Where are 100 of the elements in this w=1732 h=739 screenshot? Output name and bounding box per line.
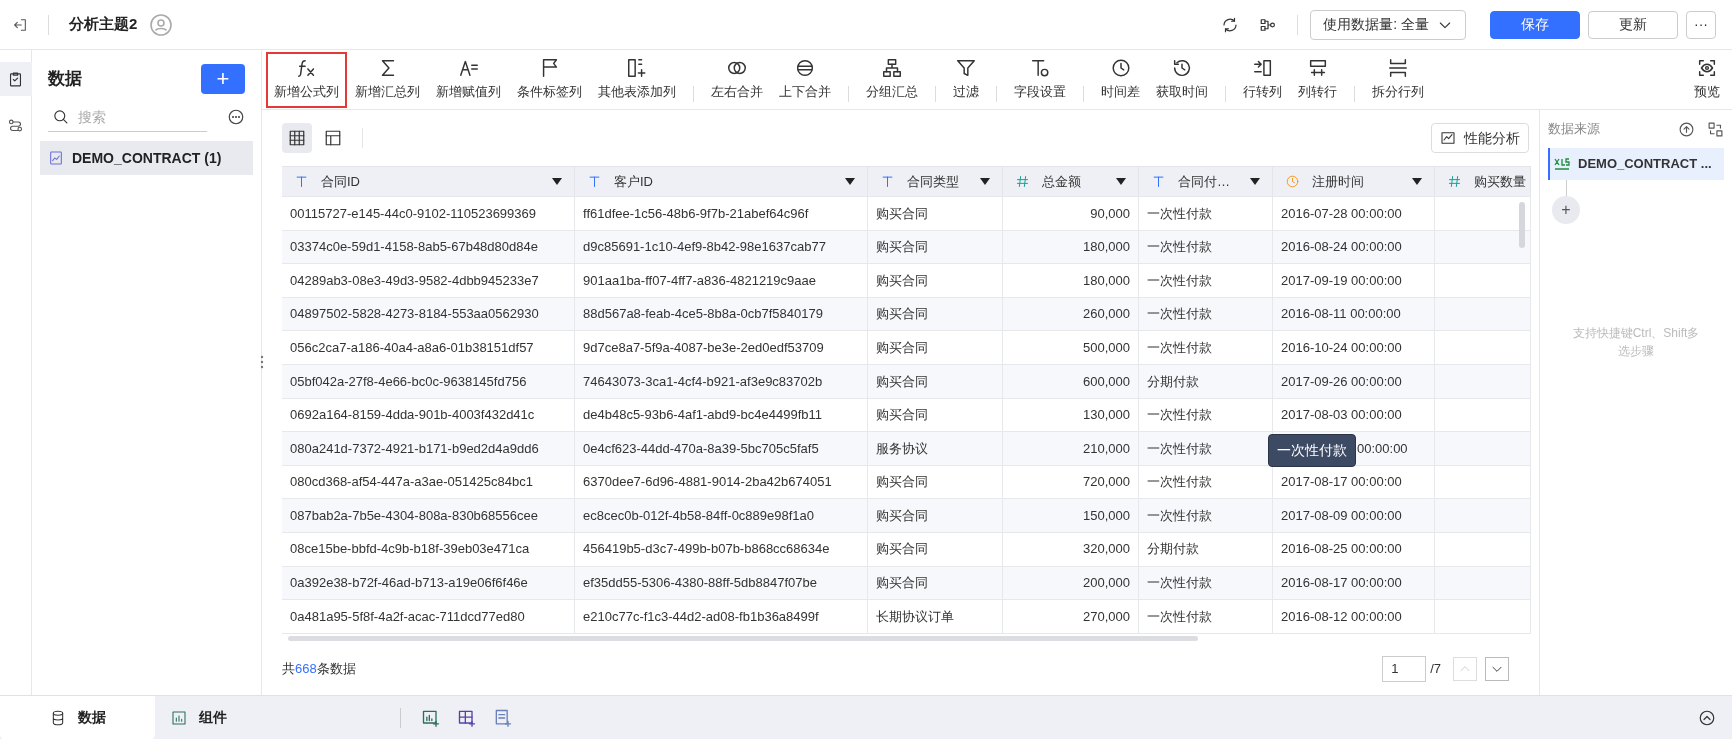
table-cell-text: 88d567a8-feab-4ce5-8b8a-0cb7f5840179 bbox=[583, 305, 823, 324]
toolbar-button[interactable]: 新增汇总列 bbox=[347, 51, 428, 108]
table-cell-text: e210c77c-f1c3-44d2-ad08-fb1b36a8499f bbox=[583, 607, 819, 626]
clipboard-tab[interactable] bbox=[0, 62, 32, 96]
table-cell-text: 购买合同 bbox=[876, 574, 928, 593]
toolbar-button[interactable]: 新增公式列 bbox=[266, 51, 347, 108]
table-cell-text: 购买合同 bbox=[876, 506, 928, 525]
table-cell-text: 长期协议订单 bbox=[876, 607, 954, 626]
table-cell-text: 260,000 bbox=[1083, 305, 1130, 324]
toolbar-button[interactable]: 拆分行列 bbox=[1364, 51, 1432, 108]
bottom-tab[interactable]: 组件 bbox=[155, 695, 310, 739]
text-type-icon bbox=[880, 174, 895, 189]
toolbar-button[interactable]: 获取时间 bbox=[1148, 51, 1216, 108]
bar-chart-icon bbox=[171, 709, 187, 726]
refresh-icon bbox=[1221, 15, 1240, 34]
caret-down-icon[interactable] bbox=[845, 178, 855, 185]
performance-button[interactable]: 性能分析 bbox=[1431, 123, 1529, 153]
table-cell-text: 0a392e38-b72f-46ad-b713-a19e06f6f46e bbox=[290, 574, 528, 593]
step-item[interactable]: DEMO_CONTRACT ... bbox=[1548, 148, 1724, 180]
table-cell-text: 600,000 bbox=[1083, 372, 1130, 391]
text-type-icon bbox=[1151, 174, 1166, 189]
caret-down-icon[interactable] bbox=[552, 178, 562, 185]
toolbar-button[interactable]: 上下合并 bbox=[771, 51, 839, 108]
table-cell-text: 一次性付款 bbox=[1147, 473, 1212, 492]
dataset-item[interactable]: DEMO_CONTRACT (1) bbox=[40, 141, 253, 175]
table-cell-text: 购买合同 bbox=[876, 540, 928, 559]
toolbar-button[interactable]: 条件标签列 bbox=[509, 51, 590, 108]
caret-down-icon[interactable] bbox=[980, 178, 990, 185]
table-cell-text: 05bf042a-27f8-4e66-bc0c-9638145fd756 bbox=[290, 372, 527, 391]
table-cell-text: 270,000 bbox=[1083, 607, 1130, 626]
table-cell-text: 一次性付款 bbox=[1147, 574, 1212, 593]
exit-icon bbox=[12, 16, 28, 33]
table-cell-text: 购买合同 bbox=[876, 473, 928, 492]
table-cell-text: 456419b5-d3c7-499b-b07b-b868cc68634e bbox=[583, 540, 830, 559]
caret-down-icon[interactable] bbox=[1116, 178, 1126, 185]
add-button[interactable]: + bbox=[201, 64, 245, 94]
toolbar-button[interactable]: 列转行 bbox=[1290, 51, 1345, 108]
table-cell-text: 购买合同 bbox=[876, 305, 928, 324]
more-icon bbox=[227, 108, 245, 126]
table-cell-text: 901aa1ba-ff07-4ff7-a836-4821219c9aae bbox=[583, 271, 816, 290]
table-cell-text: ef35dd55-5306-4380-88ff-5db8847f07be bbox=[583, 574, 817, 593]
table-cell-text: d9c85691-1c10-4ef9-8b42-98e1637cab77 bbox=[583, 238, 826, 257]
text-type-icon bbox=[587, 174, 602, 189]
text-gear-icon bbox=[1029, 57, 1051, 80]
table-cell-text: 一次性付款 bbox=[1147, 238, 1212, 257]
add-report-icon bbox=[493, 707, 513, 728]
toolbar-button[interactable]: 左右合并 bbox=[703, 51, 771, 108]
toolbar-button[interactable]: 过滤 bbox=[945, 51, 987, 108]
data-scope-dropdown[interactable]: 使用数据量: 全量 bbox=[1310, 9, 1466, 40]
table-cell-text: 0e4cf623-44dd-470a-8a39-5bc705c5faf5 bbox=[583, 439, 819, 458]
table-cell-text: 2016-08-24 00:00:00 bbox=[1281, 238, 1402, 257]
table-cell-text: 分期付款 bbox=[1147, 372, 1199, 391]
table-cell-text: 720,000 bbox=[1083, 473, 1130, 492]
table-cell-text: 2016-08-17 00:00:00 bbox=[1281, 574, 1402, 593]
dataset-label: DEMO_CONTRACT (1) bbox=[72, 148, 222, 168]
table-cell-text: 购买合同 bbox=[876, 238, 928, 257]
split-rows-icon bbox=[1387, 57, 1409, 80]
toolbar-button[interactable]: 分组汇总 bbox=[858, 51, 926, 108]
table-cell-text: 04897502-5828-4273-8184-553aa0562930 bbox=[290, 305, 539, 324]
table-cell-text: 服务协议 bbox=[876, 439, 928, 458]
save-button[interactable]: 保存 bbox=[1490, 10, 1580, 39]
vertical-scrollbar[interactable] bbox=[1519, 202, 1525, 248]
clock-icon bbox=[1285, 174, 1300, 189]
toolbar-button[interactable]: 字段设置 bbox=[1006, 51, 1074, 108]
table-cell-text: ec8cec0b-012f-4b58-84ff-0c889e98f1a0 bbox=[583, 506, 815, 525]
table-cell-text: 购买合同 bbox=[876, 406, 928, 425]
upload-icon bbox=[1678, 120, 1695, 138]
hierarchy-icon bbox=[881, 57, 903, 80]
update-button[interactable]: 更新 bbox=[1588, 10, 1678, 39]
table-cell-text: 2017-09-26 00:00:00 bbox=[1281, 372, 1402, 391]
chart-file-icon bbox=[48, 150, 64, 166]
toolbar-button[interactable]: 其他表添加列 bbox=[590, 51, 684, 108]
caret-down-icon[interactable] bbox=[1412, 178, 1422, 185]
table-cell-text: 180,000 bbox=[1083, 271, 1130, 290]
grid-view-tab[interactable] bbox=[282, 123, 312, 153]
add-step-button[interactable]: + bbox=[1552, 196, 1580, 224]
toolbar-button[interactable]: 行转列 bbox=[1235, 51, 1290, 108]
table-cell-text: 90,000 bbox=[1090, 204, 1130, 223]
table-cell-text: 080cd368-af54-447a-a3ae-051425c84bc1 bbox=[290, 473, 533, 492]
table-cell-text: 一次性付款 bbox=[1147, 338, 1212, 357]
table-cell-text: 087bab2a-7b5e-4304-808a-830b68556cee bbox=[290, 506, 538, 525]
search-field[interactable]: 搜索 bbox=[48, 102, 207, 132]
page-field[interactable]: 1 bbox=[1382, 655, 1427, 682]
bottom-tab[interactable]: 数据 bbox=[0, 695, 155, 739]
horizontal-scrollbar[interactable] bbox=[288, 635, 1198, 641]
window-title: 分析主题2 bbox=[69, 14, 138, 35]
table-cell-text: 74643073-3ca1-4cf4-b921-af3e9c83702b bbox=[583, 372, 823, 391]
toolbar-button[interactable]: 时间差 bbox=[1093, 51, 1148, 108]
toolbar-button[interactable]: 新增赋值列 bbox=[428, 51, 509, 108]
caret-down-icon[interactable] bbox=[1250, 178, 1260, 185]
table-cell-text: 080a241d-7372-4921-b171-b9ed2d4a9dd6 bbox=[290, 439, 539, 458]
resize-handle[interactable] bbox=[260, 355, 264, 369]
preview-button[interactable]: 预览 bbox=[1694, 57, 1720, 102]
table-cell-text: 2017-09-19 00:00:00 bbox=[1281, 271, 1402, 290]
more-button[interactable]: ··· bbox=[1686, 10, 1716, 39]
swap-icon bbox=[1707, 120, 1724, 138]
clipboard-icon bbox=[7, 70, 24, 88]
user-circle-icon bbox=[149, 12, 174, 37]
table-cell-text: 00115727-e145-44c0-9102-110523699369 bbox=[290, 204, 537, 223]
table-cell-text: 6370dee7-6d96-4881-9014-2ba42b674051 bbox=[583, 473, 832, 492]
